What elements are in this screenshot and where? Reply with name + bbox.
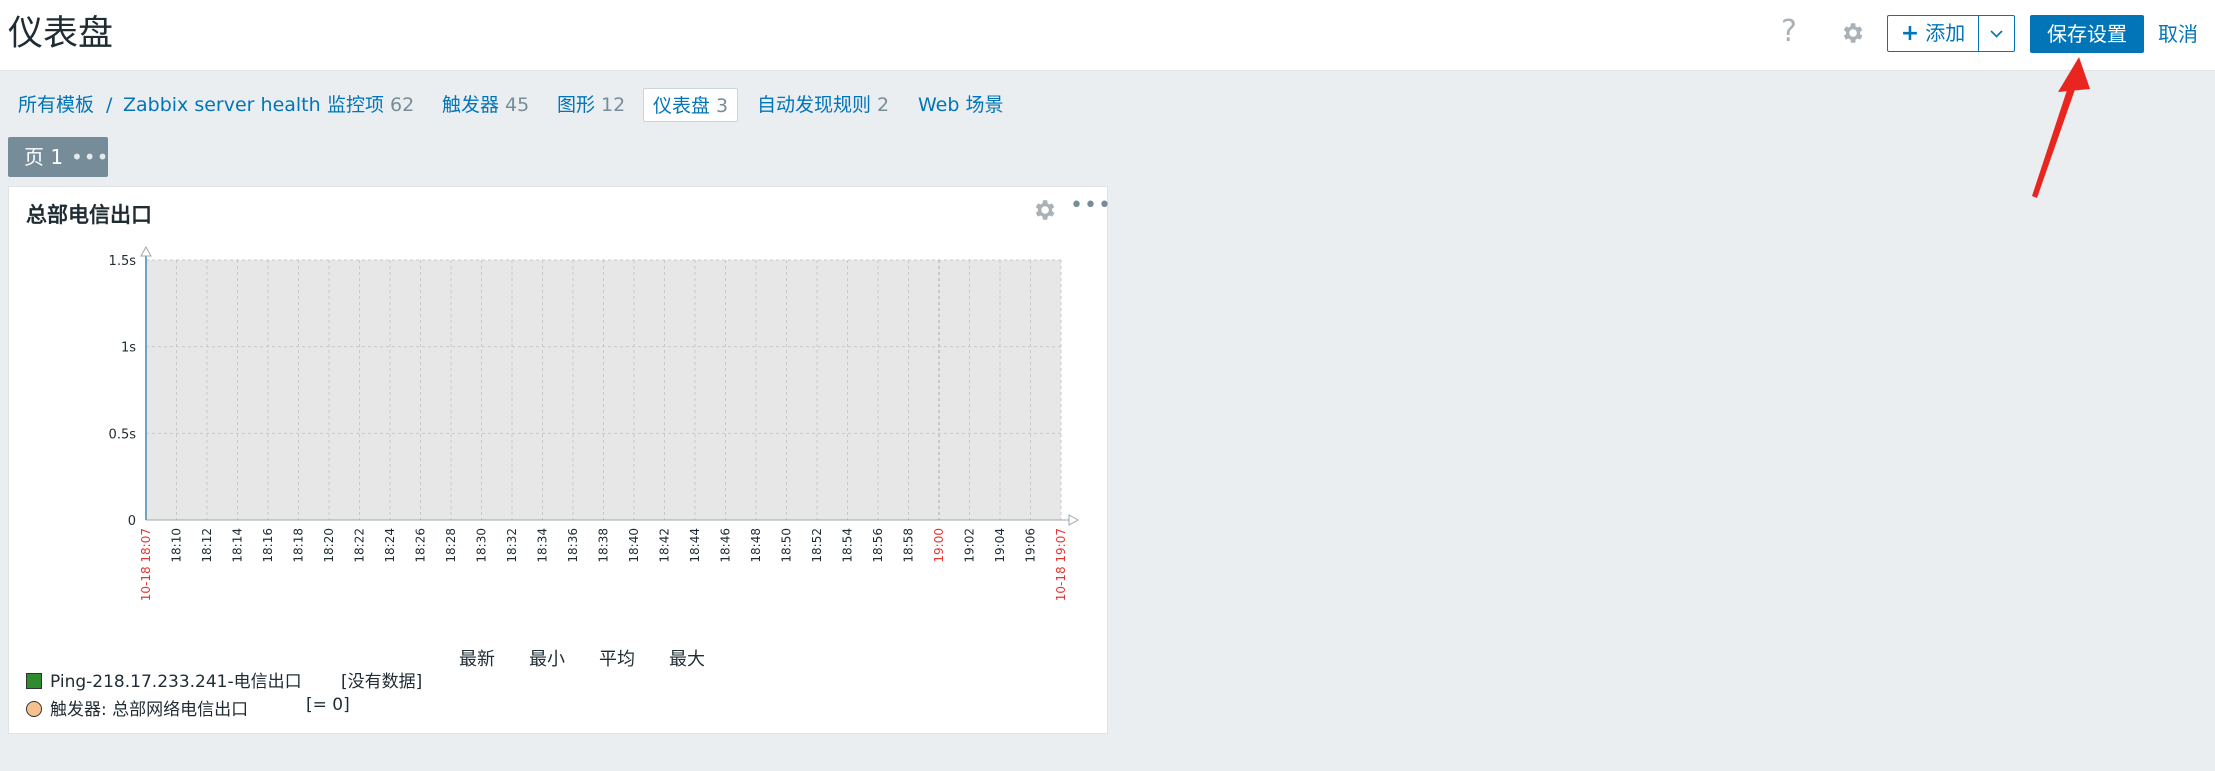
- graph-widget: 0 0.5s 1s 1.5s 10-18 18:07 18:10 18:12 18:14 18:…: [8, 186, 1111, 734]
- tab-discovery-count: 2: [877, 94, 890, 116]
- legend-item-value: [没有数据]: [341, 672, 423, 692]
- legend-item-name: Ping-218.17.233.241-电信出口: [50, 672, 302, 692]
- tab-dashboards[interactable]: 仪表盘 3: [643, 88, 739, 122]
- add-button-label: 添加: [1925, 21, 1966, 45]
- legend-item: 触发器: 总部网络电信出口 [= 0]: [26, 695, 350, 720]
- x-tick-label: 19:00: [932, 528, 946, 563]
- tab-triggers-label: 触发器: [442, 94, 500, 116]
- save-settings-button[interactable]: 保存设置: [2030, 15, 2144, 53]
- x-tick-label: 18:28: [444, 528, 458, 563]
- x-tick-label: 18:32: [505, 528, 519, 563]
- x-tick-label: 19:06: [1024, 528, 1038, 563]
- x-tick-label: 18:12: [200, 528, 214, 563]
- chevron-down-icon: [1990, 30, 2003, 38]
- x-tick-label: 18:24: [383, 528, 397, 563]
- x-tick-label: 10-18 19:07: [1054, 528, 1068, 601]
- x-tick-label: 18:44: [688, 528, 702, 563]
- x-tick-label: 18:42: [658, 528, 672, 563]
- tab-graphs-label: 图形: [557, 94, 596, 116]
- widget-title: 总部电信出口: [26, 203, 152, 227]
- legend-item-value: [= 0]: [306, 695, 350, 715]
- x-tick-label: 18:30: [475, 528, 489, 563]
- more-icon[interactable]: •••: [71, 137, 109, 177]
- legend-swatch: [26, 701, 42, 717]
- x-tick-label: 18:34: [536, 528, 550, 563]
- legend-header-min: 最小: [529, 649, 565, 670]
- legend-header-max: 最大: [669, 649, 705, 670]
- tab-dashboards-label: 仪表盘: [653, 95, 711, 117]
- legend-swatch: [26, 673, 42, 689]
- page-tab-label: 页 1: [24, 145, 64, 169]
- tab-discovery-rules[interactable]: 自动发现规则 2: [757, 88, 889, 122]
- x-tick-label: 19:02: [963, 528, 977, 563]
- breadcrumb-host[interactable]: Zabbix server health: [123, 88, 321, 122]
- tab-items-count: 62: [390, 94, 415, 116]
- x-tick-label: 10-18 18:07: [139, 528, 153, 601]
- tab-graphs[interactable]: 图形 12: [557, 88, 625, 122]
- breadcrumb-separator: /: [106, 94, 113, 116]
- tab-dashboards-count: 3: [716, 95, 729, 117]
- tab-triggers-count: 45: [505, 94, 530, 116]
- tab-web-scenarios[interactable]: Web 场景: [918, 88, 1003, 122]
- tab-items[interactable]: 监控项 62: [327, 88, 414, 122]
- x-tick-label: 18:16: [261, 528, 275, 563]
- legend-header-latest: 最新: [459, 649, 495, 670]
- add-dropdown-button[interactable]: [1978, 15, 2015, 52]
- x-tick-label: 18:18: [292, 528, 306, 563]
- graph-chart: 0 0.5s 1s 1.5s 10-18 18:07 18:10 18:12 18:14 18:…: [109, 245, 1080, 601]
- tab-discovery-label: 自动发现规则: [757, 94, 872, 116]
- x-tick-label: 18:26: [414, 528, 428, 563]
- x-tick-label: 18:14: [231, 528, 245, 563]
- x-tick-label: 19:04: [993, 528, 1007, 563]
- x-tick-label: 18:36: [566, 528, 580, 563]
- tab-triggers[interactable]: 触发器 45: [442, 88, 529, 122]
- y-axis-arrow-icon: [140, 245, 152, 257]
- page-tab-1[interactable]: 页 1 •••: [8, 137, 108, 177]
- gear-icon[interactable]: [1839, 20, 1865, 50]
- x-tick-label: 18:10: [170, 528, 184, 563]
- x-tick-label: 18:40: [627, 528, 641, 563]
- page-title: 仪表盘: [8, 14, 114, 54]
- y-tick-label: 0: [128, 514, 136, 529]
- x-tick-label: 18:54: [841, 528, 855, 563]
- legend-header-avg: 平均: [599, 649, 635, 670]
- gear-icon[interactable]: [1031, 197, 1057, 227]
- x-tick-label: 18:48: [749, 528, 763, 563]
- x-tick-label: 18:52: [810, 528, 824, 563]
- add-button[interactable]: + 添加: [1887, 15, 1979, 52]
- x-tick-label: 18:20: [322, 528, 336, 563]
- header: 仪表盘 ? + 添加 保存设置 取消: [0, 0, 2215, 71]
- x-tick-label: 18:22: [353, 528, 367, 563]
- x-tick-label: 18:58: [902, 528, 916, 563]
- cancel-button[interactable]: 取消: [2158, 15, 2198, 53]
- y-tick-label: 1s: [121, 341, 136, 356]
- tab-items-label: 监控项: [327, 94, 385, 116]
- x-tick-label: 18:46: [719, 528, 733, 563]
- help-icon[interactable]: ?: [1781, 16, 1797, 48]
- breadcrumb-all-templates[interactable]: 所有模板: [18, 88, 94, 122]
- y-tick-label: 0.5s: [109, 427, 137, 442]
- x-tick-label: 18:38: [597, 528, 611, 563]
- x-tick-label: 18:50: [780, 528, 794, 563]
- legend-item: Ping-218.17.233.241-电信出口 [没有数据]: [26, 667, 422, 692]
- y-tick-label: 1.5s: [109, 254, 137, 269]
- tab-graphs-count: 12: [601, 94, 626, 116]
- plus-icon: +: [1900, 21, 1920, 46]
- x-axis-arrow-icon: [1068, 514, 1080, 526]
- legend-item-name: 触发器: 总部网络电信出口: [50, 700, 249, 720]
- x-tick-label: 18:56: [871, 528, 885, 563]
- more-icon[interactable]: •••: [1070, 193, 1112, 218]
